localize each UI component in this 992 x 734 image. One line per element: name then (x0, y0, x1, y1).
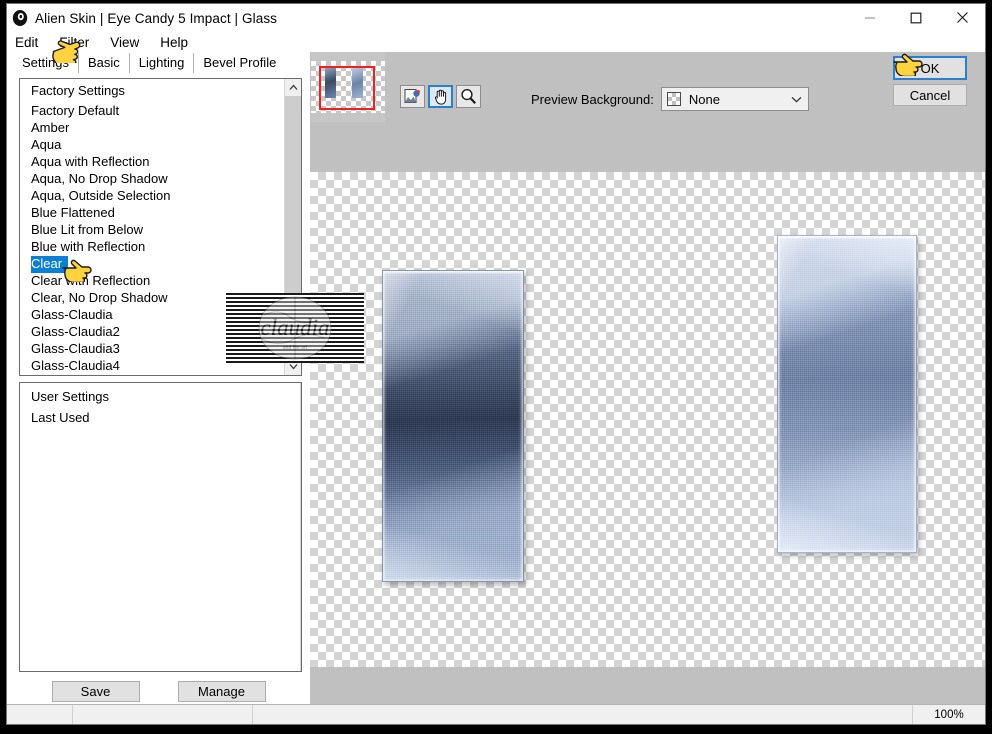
save-button[interactable]: Save (51, 681, 140, 702)
preview-background-select[interactable]: None (660, 87, 809, 111)
dialog-actions: OK Cancel (893, 56, 967, 106)
window-title: Alien Skin | Eye Candy 5 Impact | Glass (35, 10, 278, 26)
application-root: Alien Skin | Eye Candy 5 Impact | Glass … (0, 0, 992, 734)
settings-panel-filler (7, 702, 310, 704)
tab-strip: Settings Basic Lighting Bevel Profile (7, 52, 310, 73)
scrollbar-thumb[interactable] (285, 96, 301, 303)
preset-item[interactable]: Aqua (20, 137, 284, 154)
user-settings-item[interactable]: User Settings (20, 387, 300, 408)
plugin-window: Alien Skin | Eye Candy 5 Impact | Glass … (6, 3, 986, 725)
chevron-down-icon[interactable] (791, 90, 802, 108)
preset-item[interactable]: Clear with Reflection (20, 273, 284, 290)
preview-canvas[interactable] (310, 130, 985, 704)
status-cell-3 (253, 705, 913, 724)
hand-pan-button[interactable] (428, 85, 453, 108)
tab-bevel-profile[interactable]: Bevel Profile (194, 53, 285, 73)
user-settings-container: User Settings Last Used (19, 382, 302, 672)
glass-preview-left[interactable] (382, 270, 524, 582)
scroll-up-icon[interactable] (285, 79, 301, 96)
magnifier-zoom-button[interactable] (456, 85, 481, 108)
menu-item-filter[interactable]: Filter (59, 35, 100, 50)
navigator-viewport-rect[interactable] (319, 66, 375, 110)
maximize-button[interactable] (893, 4, 939, 31)
status-bar: 100% (7, 704, 985, 724)
preview-background-label: Preview Background: (531, 91, 654, 107)
tab-basic[interactable]: Basic (79, 53, 130, 73)
preview-toolbar: Preview Background: None (310, 52, 985, 130)
hand-pan-icon (434, 89, 446, 105)
preset-item[interactable]: Aqua, No Drop Shadow (20, 171, 284, 188)
navigator-thumbnail[interactable] (311, 52, 385, 122)
preview-background-control: Preview Background: None (531, 87, 809, 111)
menu-bar: Edit Filter View Help (7, 32, 985, 52)
preset-item[interactable]: Factory Default (20, 103, 284, 120)
tool-button-group (400, 85, 481, 108)
glass-bevel-right (777, 235, 917, 553)
color-picker-button[interactable] (400, 85, 425, 108)
checkerboard-swatch-icon (666, 92, 681, 106)
manage-button[interactable]: Manage (177, 681, 266, 702)
menu-item-help[interactable]: Help (160, 35, 199, 50)
status-cell-1 (7, 705, 73, 724)
preset-item[interactable]: Aqua, Outside Selection (20, 188, 284, 205)
user-settings-divider (300, 383, 301, 671)
settings-panel: Settings Basic Lighting Bevel Profile Fa… (7, 52, 310, 704)
claudia-watermark: claudia and her art (226, 293, 364, 363)
preset-item[interactable]: Aqua with Reflection (20, 154, 284, 171)
menu-item-view[interactable]: View (110, 35, 150, 50)
preset-item-selected[interactable]: Clear (31, 256, 69, 273)
menu-item-edit[interactable]: Edit (15, 35, 49, 50)
close-button[interactable] (939, 4, 985, 31)
preset-group-header: Factory Settings (31, 83, 125, 98)
cancel-button[interactable]: Cancel (893, 84, 967, 106)
preview-panel: Preview Background: None (310, 52, 985, 704)
tab-settings[interactable]: Settings (13, 53, 79, 73)
preset-item-selected-row: Clear (20, 256, 284, 273)
glass-bevel-left (382, 270, 524, 582)
preset-item[interactable]: Amber (20, 120, 284, 137)
app-icon (11, 9, 29, 27)
color-picker-icon (404, 89, 420, 103)
preset-item[interactable]: Blue with Reflection (20, 239, 284, 256)
preview-background-value: None (688, 91, 720, 107)
tab-lighting[interactable]: Lighting (130, 53, 195, 73)
window-body: Settings Basic Lighting Bevel Profile Fa… (7, 52, 985, 704)
zoom-level-indicator: 100% (934, 708, 964, 721)
status-cell-2 (73, 705, 253, 724)
preset-actions: Save Manage (7, 681, 310, 702)
ok-button[interactable]: OK (893, 56, 967, 80)
user-settings-item[interactable]: Last Used (20, 408, 300, 429)
glass-preview-right[interactable] (777, 235, 917, 553)
magnifier-zoom-icon (461, 88, 476, 104)
preset-item[interactable]: Blue Flattened (20, 205, 284, 222)
preset-item[interactable]: Blue Lit from Below (20, 222, 284, 239)
title-bar: Alien Skin | Eye Candy 5 Impact | Glass (7, 4, 985, 32)
minimize-button[interactable] (847, 4, 893, 31)
user-settings-list[interactable]: User Settings Last Used (20, 383, 300, 671)
